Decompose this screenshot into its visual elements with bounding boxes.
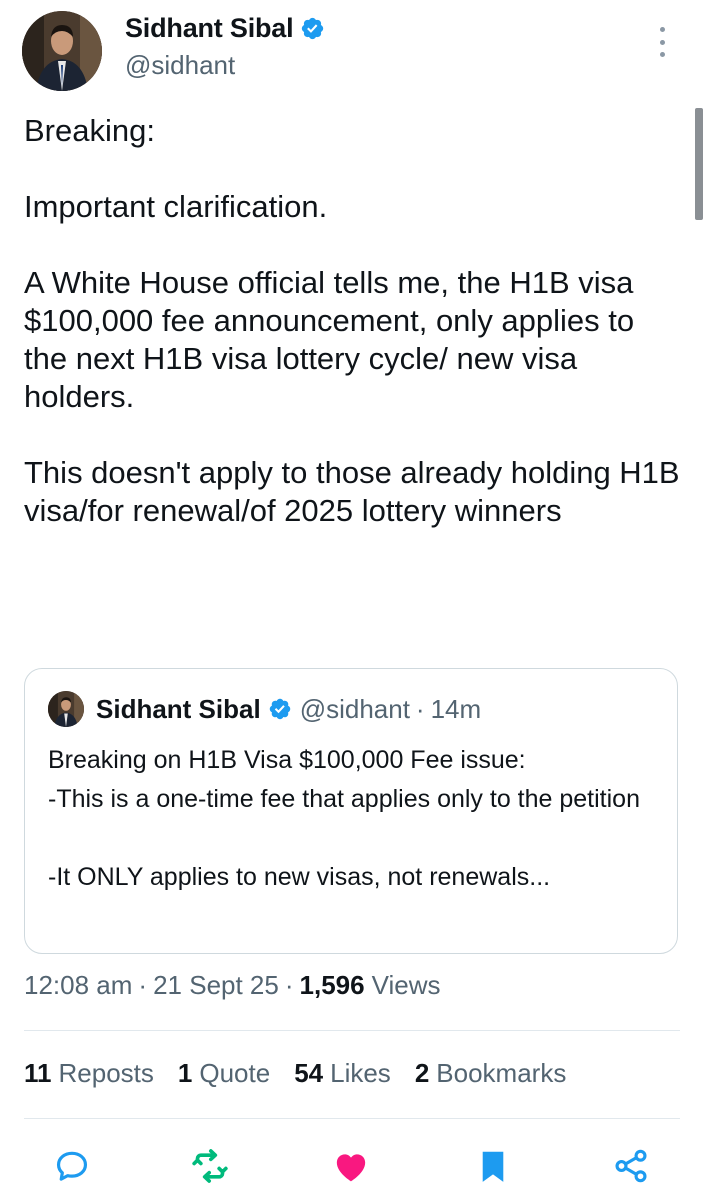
tweet-date[interactable]: 21 Sept 25 bbox=[153, 970, 279, 1001]
scrollbar[interactable] bbox=[695, 108, 703, 220]
repost-button[interactable] bbox=[190, 1146, 230, 1186]
reposts-stat[interactable]: 11 Reposts bbox=[24, 1058, 154, 1089]
quotes-stat[interactable]: 1 Quote bbox=[178, 1058, 270, 1089]
meta-separator: · bbox=[138, 970, 148, 1000]
quoted-author-name: Sidhant Sibal bbox=[96, 693, 261, 724]
divider bbox=[24, 1118, 680, 1119]
likes-label: Likes bbox=[330, 1058, 391, 1088]
share-button[interactable] bbox=[611, 1146, 651, 1186]
like-icon bbox=[336, 1154, 366, 1182]
quoted-separator: · bbox=[415, 693, 425, 724]
like-button[interactable] bbox=[331, 1146, 371, 1186]
repost-icon bbox=[192, 1149, 228, 1183]
quotes-count: 1 bbox=[177, 1058, 193, 1088]
quoted-verified-badge-icon bbox=[269, 698, 290, 720]
bookmarks-label: Bookmarks bbox=[436, 1058, 567, 1088]
reply-button[interactable] bbox=[52, 1146, 92, 1186]
engagement-stats: 11 Reposts 1 Quote 54 Likes 2 Bookmarks bbox=[24, 1058, 590, 1089]
views-label: Views bbox=[371, 970, 441, 1000]
likes-count: 54 bbox=[294, 1058, 324, 1088]
author-avatar[interactable] bbox=[22, 11, 102, 91]
quoted-tweet-header: Sidhant Sibal @sidhant · 14m bbox=[48, 691, 481, 727]
tweet-time[interactable]: 12:08 am bbox=[24, 970, 132, 1001]
quoted-author-avatar bbox=[48, 691, 84, 727]
reposts-label: Reposts bbox=[58, 1058, 154, 1088]
author-handle[interactable]: @sidhant bbox=[125, 50, 235, 81]
author-display-name[interactable]: Sidhant Sibal bbox=[125, 13, 294, 44]
divider bbox=[24, 1030, 680, 1031]
reply-icon bbox=[56, 1151, 88, 1181]
tweet-meta: 12:08 am · 21 Sept 25 · 1,596 Views bbox=[24, 970, 441, 1001]
bookmarks-count: 2 bbox=[414, 1058, 430, 1088]
reposts-count: 11 bbox=[24, 1058, 52, 1088]
verified-badge-icon bbox=[302, 17, 324, 40]
quoted-author-handle: @sidhant bbox=[299, 693, 410, 724]
more-options-icon[interactable] bbox=[655, 27, 669, 57]
share-icon bbox=[615, 1149, 647, 1183]
quoted-tweet-card[interactable]: Sidhant Sibal @sidhant · 14m Breaking on… bbox=[24, 668, 678, 954]
meta-separator: · bbox=[284, 970, 294, 1000]
author-name-row: Sidhant Sibal bbox=[125, 13, 325, 44]
quotes-label: Quote bbox=[199, 1058, 271, 1088]
tweet-text: Breaking: Important clarification. A Whi… bbox=[24, 113, 680, 528]
bookmark-icon bbox=[482, 1151, 504, 1182]
quoted-timestamp: 14m bbox=[430, 693, 482, 724]
bookmarks-stat[interactable]: 2 Bookmarks bbox=[415, 1058, 567, 1089]
bookmark-button[interactable] bbox=[473, 1146, 513, 1186]
quoted-tweet-text: Breaking on H1B Visa $100,000 Fee issue:… bbox=[48, 746, 640, 891]
likes-stat[interactable]: 54 Likes bbox=[294, 1058, 391, 1089]
views-count: 1,596 bbox=[299, 970, 365, 1000]
